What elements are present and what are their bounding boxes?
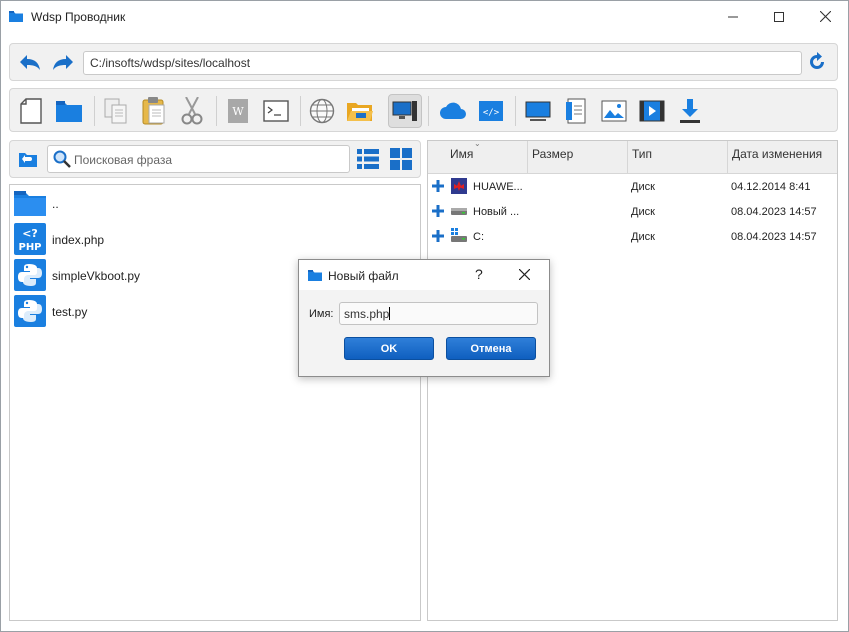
svg-text:</>: </> (483, 108, 500, 118)
dialog-close-icon[interactable] (518, 265, 531, 285)
filename-input[interactable]: sms.php (339, 302, 538, 325)
list-item[interactable]: simpleVkboot.py (14, 258, 141, 294)
ok-button[interactable]: OK (344, 337, 434, 360)
search-input[interactable]: Поисковая фраза (47, 145, 350, 173)
table-row[interactable]: HUAWE... Диск 04.12.2014 8:41 (428, 175, 837, 199)
drive-name: HUAWE... (473, 181, 523, 193)
list-item[interactable]: test.py (14, 294, 88, 330)
title-bar: Wdsp Проводник (1, 1, 848, 32)
drive-date: 04.12.2014 8:41 (731, 181, 811, 193)
column-label: Размер (532, 147, 574, 161)
hard-drive-icon (451, 206, 467, 219)
column-label: Тип (632, 147, 653, 161)
file-name: simpleVkboot.py (52, 269, 141, 283)
grid-view-icon[interactable] (390, 148, 412, 173)
open-folder-icon[interactable] (343, 94, 377, 128)
column-label: Имя (450, 147, 474, 161)
text-cursor (389, 307, 391, 320)
dialog-title: Новый файл (328, 269, 399, 283)
image-icon[interactable] (597, 94, 631, 128)
globe-icon[interactable] (305, 94, 339, 128)
table-row[interactable]: Новый ... Диск 08.04.2023 14:57 (428, 200, 837, 224)
sort-arrow-icon: ⌄ (474, 139, 481, 148)
list-item[interactable]: .. (14, 187, 59, 221)
terminal-icon[interactable] (259, 94, 293, 128)
close-button[interactable] (802, 1, 848, 32)
filename-value: sms.php (344, 307, 390, 321)
left-panel-toolbar: Поисковая фраза (9, 140, 421, 178)
svg-text:PHP: PHP (18, 242, 41, 253)
cloud-icon[interactable] (436, 94, 470, 128)
new-file-icon[interactable] (14, 94, 48, 128)
php-file-icon: <? PHP (14, 222, 46, 258)
drive-name: C: (473, 231, 484, 243)
name-label: Имя: (309, 308, 334, 320)
search-icon (53, 150, 71, 171)
column-header-type[interactable]: Тип (628, 141, 728, 173)
maximize-icon (774, 11, 784, 22)
folder-icon (9, 10, 23, 25)
cut-icon[interactable] (175, 94, 209, 128)
new-folder-icon[interactable] (52, 94, 86, 128)
help-button[interactable]: ? (475, 266, 483, 282)
column-header-name[interactable]: Имя ⌄ (428, 139, 528, 173)
list-item[interactable]: <? PHP index.php (14, 222, 105, 258)
address-bar: C:/insofts/wdsp/sites/localhost (9, 43, 838, 81)
expand-plus-icon[interactable] (431, 229, 445, 246)
video-icon[interactable] (635, 94, 669, 128)
file-name: .. (52, 197, 59, 211)
column-header-date[interactable]: Дата изменения (728, 141, 837, 173)
computer-icon[interactable] (388, 94, 422, 128)
column-label: Дата изменения (732, 147, 823, 161)
dialog-title-bar: Новый файл ? (299, 260, 549, 290)
system-drive-icon (451, 228, 467, 245)
file-name: test.py (52, 305, 88, 319)
back-arrow-icon[interactable] (18, 52, 42, 75)
table-row[interactable]: C: Диск 08.04.2023 14:57 (428, 225, 837, 249)
refresh-icon[interactable] (807, 52, 827, 75)
paste-icon[interactable] (137, 94, 171, 128)
window-title: Wdsp Проводник (31, 10, 126, 24)
list-view-icon[interactable] (357, 148, 379, 173)
python-file-icon (14, 294, 46, 330)
drives-pane: Имя ⌄ Размер Тип Дата изменения HUAWE...… (427, 139, 838, 621)
file-list: .. <? PHP index.php simpleVkboot.py test.… (9, 184, 421, 621)
archive-icon[interactable]: W (221, 94, 255, 128)
explorer-window: Wdsp Проводник C:/insofts/wdsp/sites/loc… (0, 0, 849, 632)
go-back-folder-icon[interactable] (19, 151, 37, 170)
file-name: index.php (52, 233, 105, 247)
document-icon[interactable] (559, 94, 593, 128)
forward-arrow-icon[interactable] (51, 52, 75, 75)
svg-text:W: W (232, 105, 244, 118)
search-placeholder: Поисковая фраза (74, 153, 173, 167)
svg-text:<?: <? (22, 227, 38, 240)
drive-type: Диск (631, 206, 655, 218)
huawei-drive-icon (451, 178, 467, 197)
table-header: Имя ⌄ Размер Тип Дата изменения (428, 139, 837, 174)
folder-icon (308, 269, 322, 284)
column-header-size[interactable]: Размер (528, 141, 628, 173)
minimize-button[interactable] (710, 1, 756, 32)
minimize-icon (728, 16, 738, 17)
maximize-button[interactable] (756, 1, 802, 32)
code-icon[interactable]: </> (474, 94, 508, 128)
cancel-button[interactable]: Отмена (446, 337, 536, 360)
new-file-dialog: Новый файл ? Имя: sms.php OK Отмена (298, 259, 550, 377)
drive-name: Новый ... (473, 206, 520, 218)
drive-type: Диск (631, 231, 655, 243)
close-icon (819, 11, 831, 22)
expand-plus-icon[interactable] (431, 204, 445, 221)
toolbar: W </> (9, 88, 838, 132)
folder-icon (14, 190, 46, 219)
python-file-icon (14, 258, 46, 294)
drive-date: 08.04.2023 14:57 (731, 206, 817, 218)
copy-icon[interactable] (99, 94, 133, 128)
drive-date: 08.04.2023 14:57 (731, 231, 817, 243)
expand-plus-icon[interactable] (431, 179, 445, 196)
download-icon[interactable] (673, 94, 707, 128)
monitor-icon[interactable] (521, 94, 555, 128)
drive-type: Диск (631, 181, 655, 193)
address-input[interactable]: C:/insofts/wdsp/sites/localhost (83, 51, 802, 75)
